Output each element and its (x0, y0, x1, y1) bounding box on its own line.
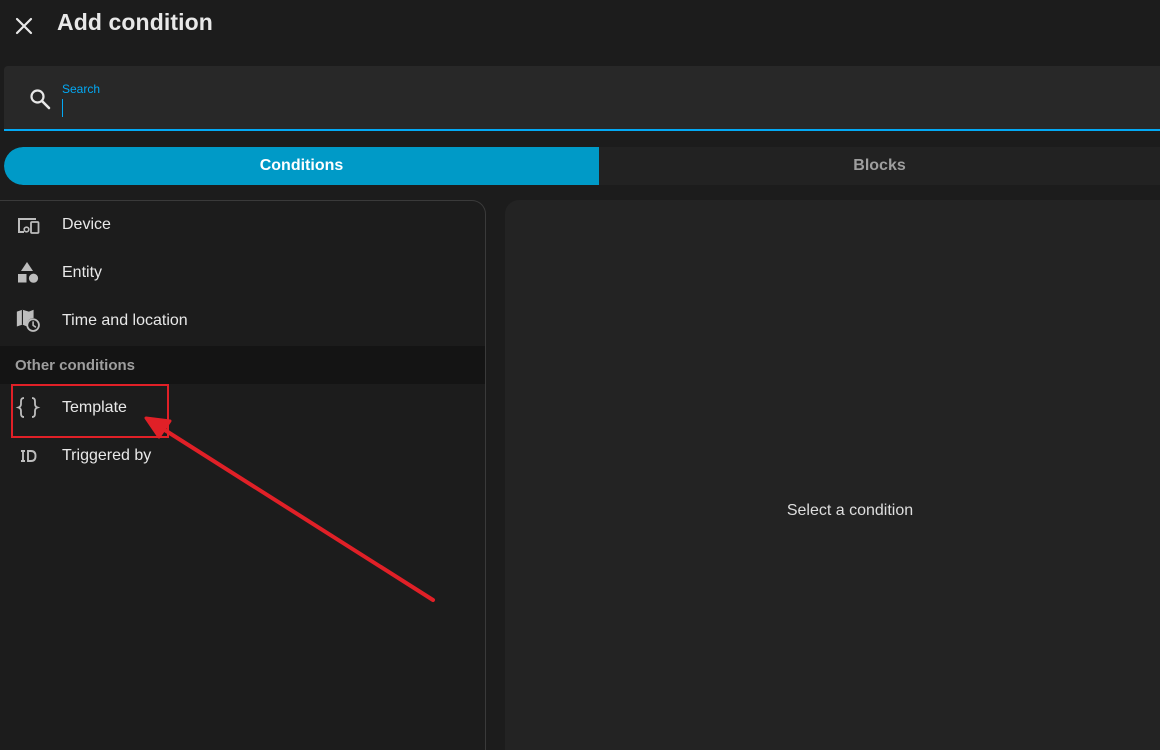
condition-list: Device Entity Time and location Other co… (0, 200, 486, 750)
list-item-label: Entity (62, 264, 103, 281)
list-item-template[interactable]: Template (0, 384, 485, 432)
list-item-triggered-by[interactable]: Triggered by (0, 432, 485, 480)
search-label: Search (62, 82, 101, 96)
empty-state-text: Select a condition (786, 502, 914, 519)
list-item-label: Time and location (62, 312, 188, 329)
list-item-label: Template (62, 399, 127, 416)
text-caret (62, 99, 63, 117)
device-icon (15, 212, 41, 238)
tab-bar: Conditions Blocks (4, 147, 1160, 185)
list-item-label: Triggered by (62, 447, 152, 464)
shapes-icon (15, 260, 41, 286)
list-item-label: Device (62, 216, 111, 233)
code-braces-icon (15, 395, 41, 421)
map-clock-icon (15, 307, 41, 333)
close-button[interactable] (8, 10, 40, 42)
list-item-entity[interactable]: Entity (0, 249, 485, 297)
condition-detail-panel: Select a condition (505, 200, 1160, 750)
search-icon (30, 89, 51, 110)
dialog-header: Add condition (0, 0, 1160, 50)
search-input[interactable] (62, 98, 1142, 118)
id-icon (15, 443, 41, 469)
list-item-device[interactable]: Device (0, 201, 485, 249)
tab-blocks[interactable]: Blocks (599, 147, 1160, 185)
close-icon (15, 17, 33, 35)
list-item-time-and-location[interactable]: Time and location (0, 297, 485, 345)
add-condition-dialog: Add condition Search Conditions Blocks D… (0, 0, 1160, 750)
search-field[interactable]: Search (4, 66, 1160, 131)
section-title: Other conditions (15, 356, 135, 374)
tab-conditions[interactable]: Conditions (4, 147, 599, 185)
dialog-title: Add condition (57, 9, 213, 35)
section-header-other-conditions: Other conditions (0, 346, 485, 384)
